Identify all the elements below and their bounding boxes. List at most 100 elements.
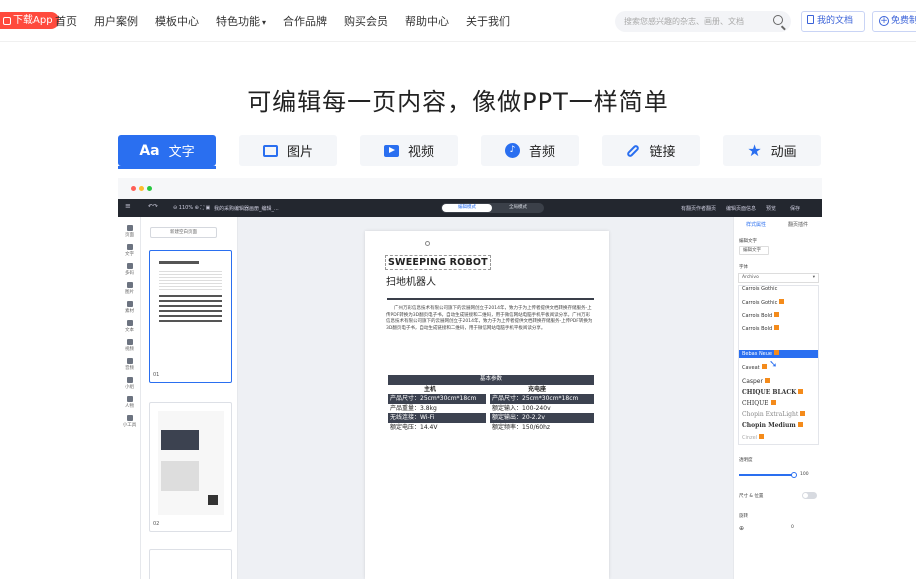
search-icon[interactable]: [773, 15, 783, 25]
thumb-qr-code: [208, 495, 218, 505]
undo-icon[interactable]: ↶↷: [148, 203, 158, 210]
text-icon: [126, 244, 133, 250]
font-option-label: Carrois Bold: [742, 313, 773, 319]
text-style-button[interactable]: 编辑文字: [739, 246, 769, 255]
font-option[interactable]: Carrois Bold: [742, 325, 780, 332]
thumbnail-page-1[interactable]: 01: [149, 250, 232, 383]
opacity-value[interactable]: 100: [800, 472, 809, 477]
tool-person[interactable]: 人物: [118, 396, 141, 409]
font-select-value: Archivo: [742, 275, 759, 280]
zoom-label: 110%: [178, 205, 194, 211]
free-create-button[interactable]: +免费制作: [872, 11, 916, 32]
mode-all[interactable]: 全局模式: [493, 204, 543, 212]
zoom-value[interactable]: ⊖ 110% ⊕ ⛶ ▣: [173, 205, 210, 211]
tab-audio[interactable]: ♪ 音频: [481, 135, 579, 166]
font-option[interactable]: Chopin ExtraLight: [742, 411, 806, 418]
tab-video[interactable]: 视频: [360, 135, 458, 166]
tab-text[interactable]: Aa 文字: [118, 135, 216, 166]
tab-image[interactable]: 图片: [239, 135, 337, 166]
nav-brands[interactable]: 合作品牌: [283, 13, 327, 29]
tool-text-label: 文字: [125, 252, 134, 257]
tool-video-label: 视频: [125, 347, 134, 352]
opacity-slider[interactable]: [739, 471, 797, 478]
font-option[interactable]: Casper: [742, 378, 770, 385]
preview-button[interactable]: 预览: [766, 205, 776, 212]
nav-home[interactable]: 首页: [55, 13, 77, 29]
tool-pages-label: 页面: [125, 233, 134, 238]
tab-link-label: 链接: [649, 145, 676, 160]
font-option-label: CHIQUE BLACK: [742, 389, 797, 396]
nav-cases[interactable]: 用户案例: [94, 13, 138, 29]
tool-material[interactable]: 素材: [118, 301, 141, 314]
download-app-button[interactable]: 下载App: [0, 12, 59, 29]
slider-handle[interactable]: [791, 471, 797, 478]
new-page-button[interactable]: 新建空白页面: [150, 227, 217, 238]
font-option-label: Carrois Gothic: [742, 300, 778, 306]
heart-icon: [126, 377, 133, 383]
spec-col-main: 主机: [424, 385, 437, 393]
tab-flip-plugin[interactable]: 翻页插件: [788, 221, 808, 228]
page-thumbnails: 新建空白页面 01 02: [141, 217, 238, 579]
rotate-value[interactable]: 0: [791, 525, 794, 530]
font-option-selected[interactable]: Bebas Neue: [739, 350, 818, 358]
tool-code[interactable]: 多码: [118, 263, 141, 276]
thumbnail-page-3[interactable]: [149, 549, 232, 579]
nav-help[interactable]: 帮助中心: [405, 13, 449, 29]
editor-toolbar: ≡ ↶↷ ⊖ 110% ⊕ ⛶ ▣ 我的采购编辑器画册_编辑_... 编辑模式 …: [118, 199, 822, 217]
font-select[interactable]: Archivo ▾: [738, 273, 819, 283]
nav-features[interactable]: 特色功能 ▾: [216, 13, 266, 29]
nav-membership[interactable]: 购买会员: [344, 13, 388, 29]
download-app-label: 下载App: [13, 15, 53, 26]
tool-widgets[interactable]: 小工具: [118, 415, 141, 428]
page-title-en[interactable]: SWEEPING ROBOT: [385, 255, 491, 270]
tool-textbox[interactable]: 文本: [118, 320, 141, 333]
nav-about[interactable]: 关于我们: [466, 13, 510, 29]
font-option-label: Chopin ExtraLight: [742, 411, 799, 418]
tool-image[interactable]: 图片: [118, 282, 141, 295]
tool-group[interactable]: 小组: [118, 377, 141, 390]
tool-audio[interactable]: 音频: [118, 358, 141, 371]
tool-video[interactable]: 视频: [118, 339, 141, 352]
tab-style-properties[interactable]: 样式属性: [746, 221, 766, 228]
vip-badge-icon: [800, 411, 806, 416]
font-option[interactable]: Caveat: [742, 364, 767, 371]
spec-table[interactable]: 基本参数 主机 充电座 产品尺寸：25cm*30cm*18cm 产品尺寸：25c…: [388, 375, 594, 432]
person-icon: [126, 396, 133, 402]
tab-video-label: 视频: [407, 145, 434, 160]
tab-link[interactable]: 链接: [602, 135, 700, 166]
edit-page-info-button[interactable]: 编辑页面信息: [726, 205, 756, 212]
tab-animation[interactable]: ★ 动画: [723, 135, 821, 166]
size-position-toggle[interactable]: [802, 492, 817, 499]
page-title-cn[interactable]: 扫地机器人: [386, 273, 436, 288]
font-option[interactable]: CHIQUE BLACK: [742, 389, 804, 396]
thumbnail-page-2[interactable]: 02: [149, 402, 232, 532]
thumb-page-2-preview: [158, 411, 224, 515]
menu-icon[interactable]: ≡: [125, 202, 131, 210]
page-headline: 可编辑每一页内容，像做PPT一样简单: [247, 88, 669, 116]
top-nav: 下载App 首页 用户案例 模板中心 特色功能 ▾ 合作品牌 购买会员 帮助中心 …: [0, 0, 916, 42]
font-option[interactable]: Cinzel: [742, 434, 765, 441]
tab-animation-label: 动画: [770, 145, 797, 160]
nav-templates[interactable]: 模板中心: [155, 13, 199, 29]
font-option[interactable]: Carrois Bold: [742, 312, 780, 319]
thumb-title-bar: [159, 261, 199, 264]
close-dot: [131, 186, 136, 191]
tool-text[interactable]: 文字: [118, 244, 141, 257]
mode-edit[interactable]: 编辑模式: [442, 204, 492, 212]
font-option[interactable]: Carrois Gothic: [742, 286, 777, 292]
tool-material-label: 素材: [125, 309, 134, 314]
page-body-text[interactable]: 广州万彩信息技术有限公司旗下的云展网创立于2014年，致力于为上传者提供文档转换…: [386, 306, 594, 332]
font-option[interactable]: Carrois Gothic: [742, 299, 785, 306]
vip-badge-icon: [761, 364, 767, 369]
save-button[interactable]: 保存: [790, 205, 800, 212]
search-input[interactable]: 搜索您感兴趣的杂志、画册、文档: [615, 11, 791, 32]
properties-panel: 样式属性 翻页插件 编辑文字 编辑文字 字体 Archivo ▾ Carrois …: [733, 217, 822, 579]
font-option[interactable]: CHIQUE: [742, 400, 776, 407]
my-docs-button[interactable]: 我的文档: [801, 11, 865, 32]
vip-badge-icon: [764, 378, 770, 383]
spec-title: 基本参数: [388, 375, 594, 385]
phone-icon: [126, 263, 133, 269]
rotate-handle-icon[interactable]: [425, 241, 430, 246]
tool-pages[interactable]: 页面: [118, 225, 141, 238]
font-option[interactable]: Chopin Medium: [742, 422, 803, 429]
